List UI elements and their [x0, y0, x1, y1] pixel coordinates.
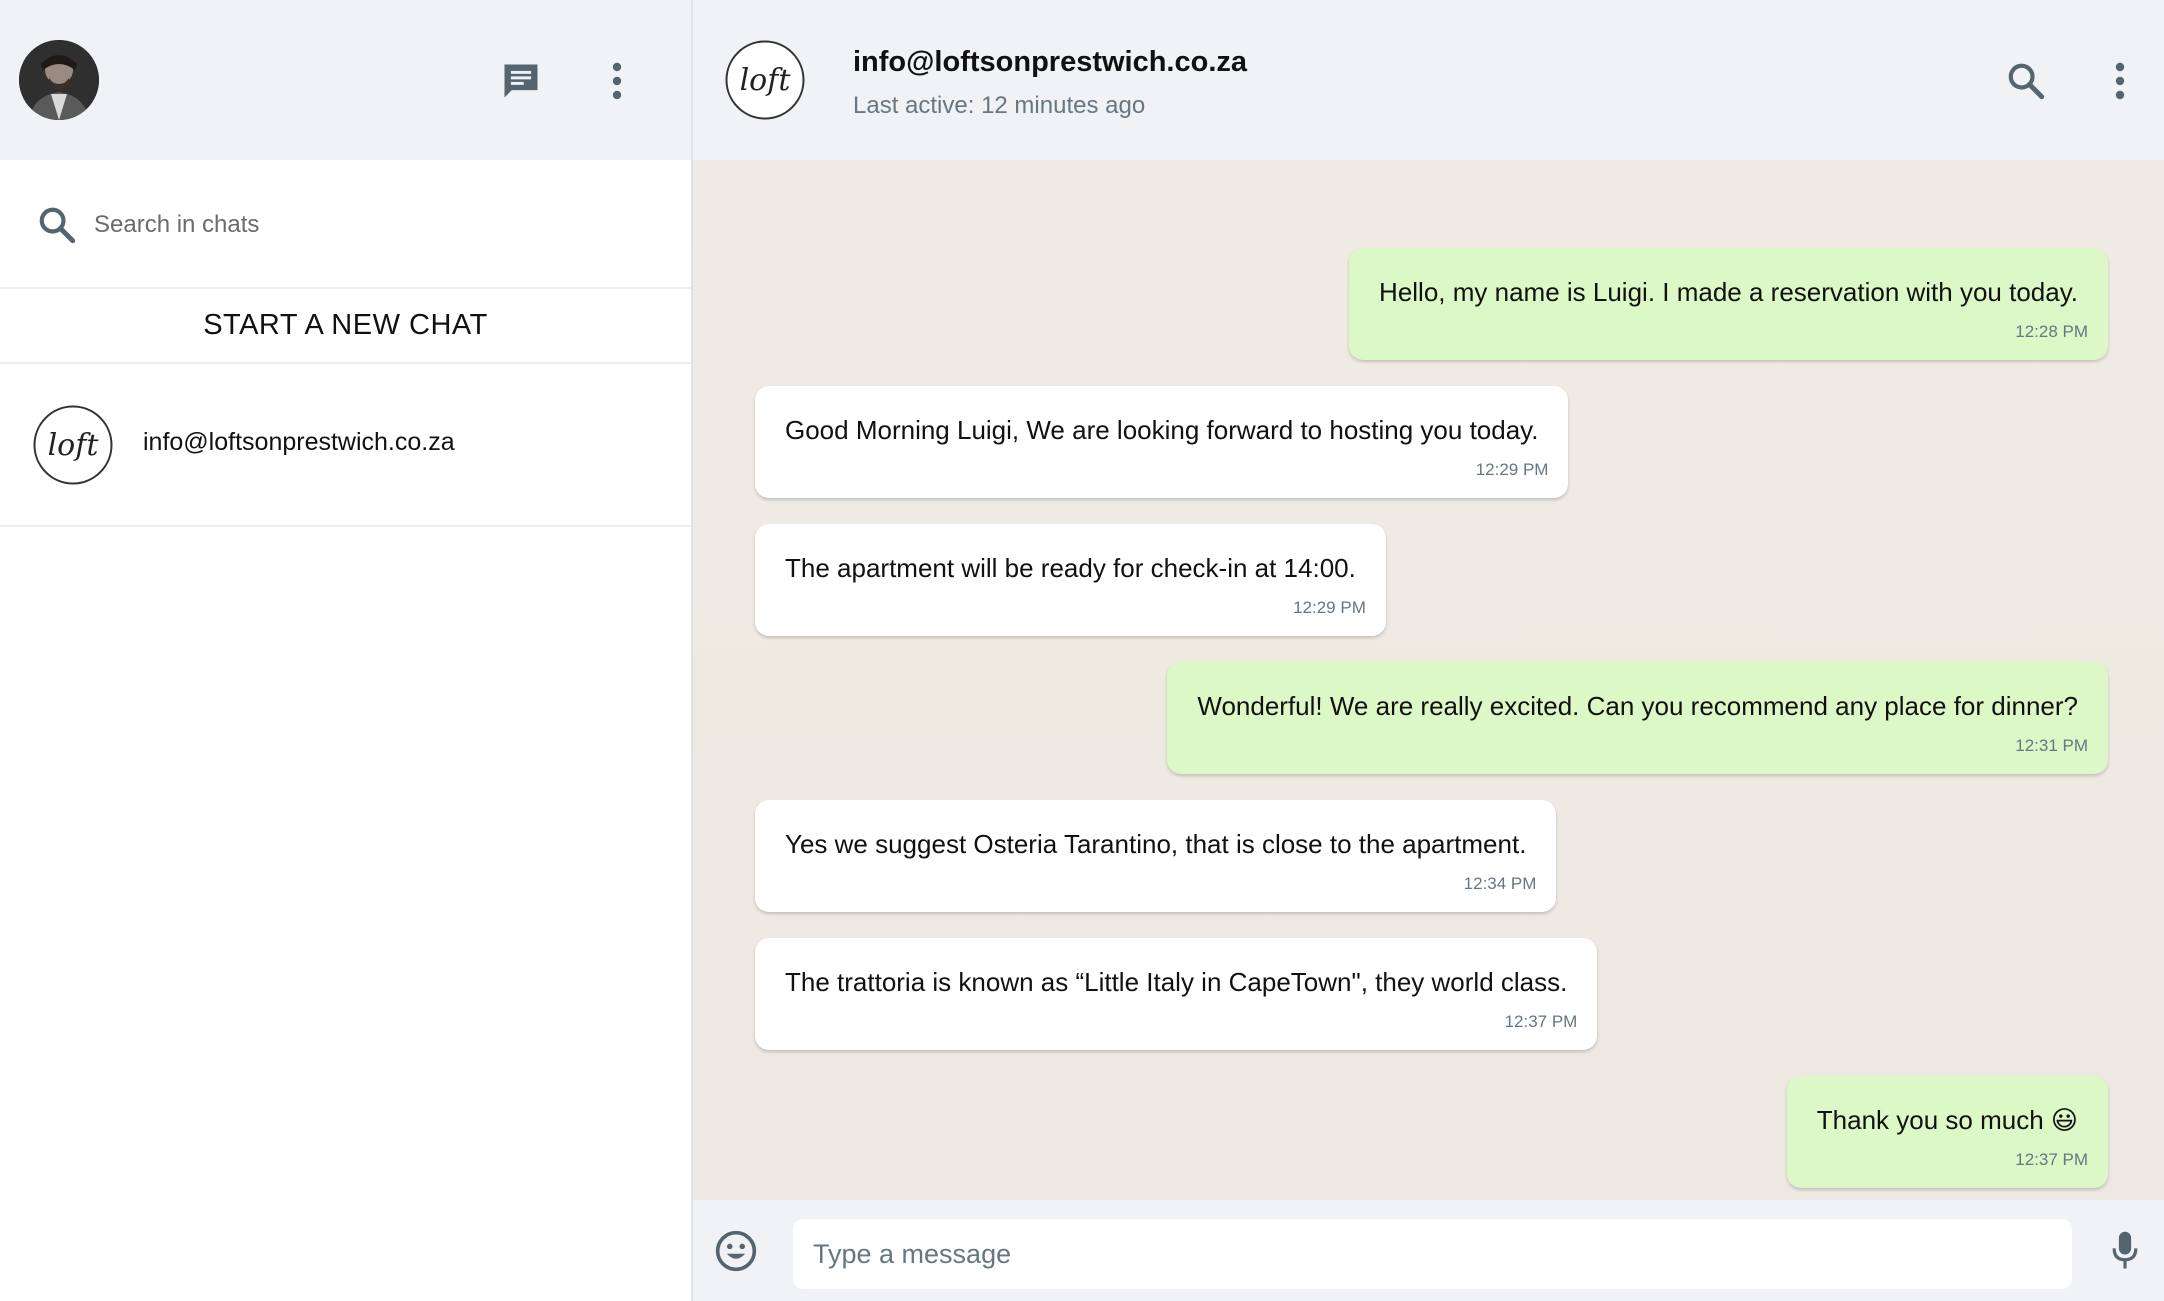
message-time: 12:28 PM [2015, 322, 2088, 341]
message-text: The trattoria is known as “Little Italy … [785, 967, 1568, 997]
message-time: 12:37 PM [1504, 1012, 1578, 1031]
message-outgoing[interactable]: Thank you so much 😃 12:37 PM [1786, 1076, 2108, 1188]
menu-icon[interactable] [2103, 54, 2137, 108]
search-input[interactable] [94, 200, 654, 250]
message-text: Hello, my name is Luigi. I made a reserv… [1379, 277, 2078, 307]
microphone-icon[interactable] [2105, 1228, 2145, 1274]
message-time: 12:29 PM [1293, 598, 1366, 617]
new-chat-icon[interactable] [494, 54, 548, 108]
svg-text:loft: loft [48, 428, 100, 463]
chat-list-name: info@loftsonprestwich.co.za [143, 428, 455, 456]
chat-header: loft info@loftsonprestwich.co.za Last ac… [693, 0, 2164, 160]
message-outgoing[interactable]: Wonderful! We are really excited. Can yo… [1167, 662, 2108, 774]
message-outgoing[interactable]: Hello, my name is Luigi. I made a reserv… [1349, 248, 2108, 360]
message-input[interactable] [793, 1219, 2072, 1289]
message-time: 12:31 PM [2015, 736, 2088, 755]
start-new-chat-button[interactable]: START A NEW CHAT [0, 289, 691, 364]
menu-icon[interactable] [600, 54, 634, 108]
emoji-icon[interactable] [713, 1228, 759, 1274]
message-time: 12:37 PM [2015, 1150, 2088, 1169]
contact-avatar[interactable]: loft [725, 40, 805, 120]
message-incoming[interactable]: Good Morning Luigi, We are looking forwa… [755, 386, 1569, 498]
message-text: Yes we suggest Osteria Tarantino, that i… [785, 829, 1527, 859]
message-text: Wonderful! We are really excited. Can yo… [1197, 691, 2078, 721]
search-bar [0, 160, 691, 289]
contact-avatar: loft [33, 405, 113, 485]
sidebar: START A NEW CHAT loft info@loftsonprestw… [0, 0, 693, 1301]
message-text: Thank you so much 😃 [1816, 1105, 2078, 1135]
contact-name: info@loftsonprestwich.co.za [853, 46, 1248, 78]
sidebar-header [0, 0, 691, 160]
last-active-status: Last active: 12 minutes ago [853, 92, 1146, 119]
message-incoming[interactable]: The trattoria is known as “Little Italy … [755, 938, 1598, 1050]
message-composer [693, 1200, 2164, 1301]
search-icon [36, 204, 78, 246]
message-text: Good Morning Luigi, We are looking forwa… [785, 415, 1539, 445]
message-incoming[interactable]: Yes we suggest Osteria Tarantino, that i… [755, 800, 1557, 912]
chat-list-item[interactable]: loft info@loftsonprestwich.co.za [0, 364, 691, 527]
message-text: The apartment will be ready for check-in… [785, 553, 1356, 583]
message-time: 12:29 PM [1475, 460, 1549, 479]
svg-text:loft: loft [740, 63, 792, 98]
message-list: Hello, my name is Luigi. I made a reserv… [693, 160, 2164, 1200]
search-icon[interactable] [1999, 54, 2053, 108]
chat-pane: loft info@loftsonprestwich.co.za Last ac… [693, 0, 2164, 1301]
user-avatar[interactable] [19, 40, 99, 120]
message-incoming[interactable]: The apartment will be ready for check-in… [755, 524, 1386, 636]
message-time: 12:34 PM [1463, 874, 1537, 893]
